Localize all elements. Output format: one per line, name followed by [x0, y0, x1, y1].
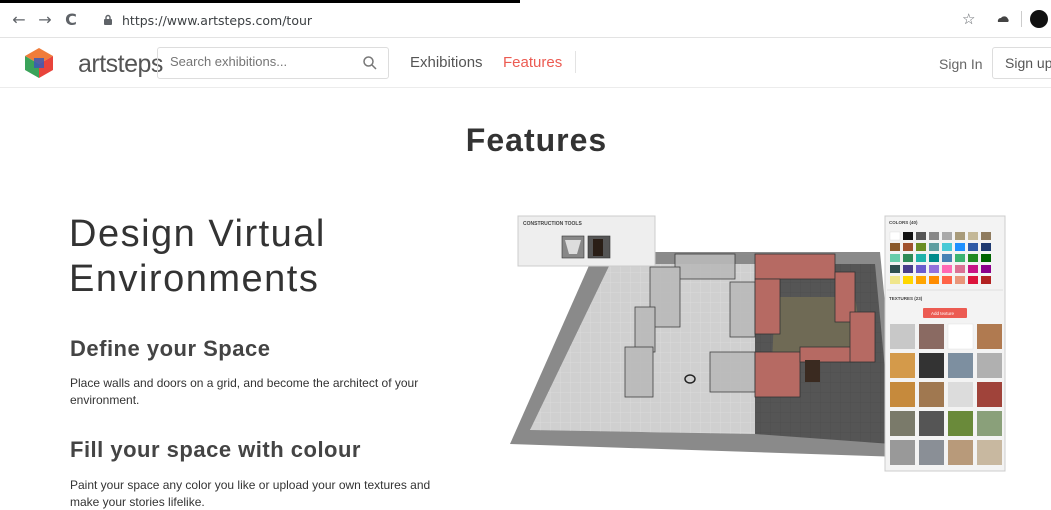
colors-textures-panel: COLORS (40) TEXTURES (23) Add texture	[884, 215, 1006, 472]
add-texture-label: Add texture	[931, 311, 955, 316]
sign-up-button[interactable]: Sign up	[992, 47, 1051, 79]
sign-in-link[interactable]: Sign In	[939, 56, 983, 72]
reload-icon[interactable]: C	[62, 11, 80, 29]
site-header: artsteps Exhibitions Features Sign In Si…	[0, 38, 1051, 88]
forward-icon[interactable]: →	[36, 11, 54, 29]
cloud-extension-icon[interactable]	[996, 12, 1010, 26]
artsteps-logo[interactable]: artsteps	[22, 46, 163, 80]
cube-logo-icon	[25, 48, 53, 78]
section-text-fill-colour: Paint your space any color you like or u…	[70, 478, 431, 509]
toolbar-divider	[1021, 11, 1022, 27]
search-box[interactable]	[157, 47, 389, 79]
profile-avatar-icon[interactable]	[1030, 10, 1048, 28]
top-edge-line	[0, 0, 520, 3]
nav-features[interactable]: Features	[503, 54, 562, 71]
logo-text: artsteps	[78, 50, 163, 78]
nav-divider	[575, 51, 576, 73]
section-text-define-space: Place walls and doors on a grid, and bec…	[70, 376, 419, 407]
construction-tools-label: CONSTRUCTION TOOLS	[523, 221, 582, 227]
search-icon[interactable]	[362, 55, 378, 71]
lock-icon	[104, 14, 112, 25]
bookmark-star-icon[interactable]: ☆	[962, 10, 975, 28]
url-text: https://www.artsteps.com/tour	[122, 13, 313, 28]
textures-label: TEXTURES (23)	[889, 296, 923, 301]
browser-toolbar: ← → C https://www.artsteps.com/tour ☆	[0, 0, 1051, 38]
room-editor-illustration: CONSTRUCTION TOOLS COLORS (40) TEXTURES …	[510, 215, 1006, 472]
search-input[interactable]	[170, 54, 350, 69]
back-icon[interactable]: ←	[10, 11, 28, 29]
hero-heading: Design Virtual Environments	[69, 213, 326, 300]
nav-exhibitions[interactable]: Exhibitions	[410, 54, 483, 71]
section-heading-fill-colour: Fill your space with colour	[70, 437, 361, 462]
construction-tools-panel: CONSTRUCTION TOOLS	[517, 215, 656, 267]
section-heading-define-space: Define your Space	[70, 336, 271, 361]
page-title: Features	[465, 122, 608, 158]
colors-label: COLORS (40)	[889, 220, 918, 225]
address-bar[interactable]: https://www.artsteps.com/tour	[92, 8, 992, 34]
